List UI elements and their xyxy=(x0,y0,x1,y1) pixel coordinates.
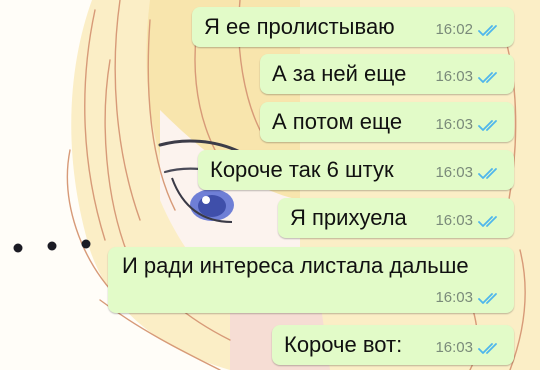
double-check-read-icon xyxy=(478,167,497,179)
message-text: А потом еще xyxy=(272,109,403,134)
message-time: 16:03 xyxy=(435,212,473,229)
message-meta: 16:03 xyxy=(435,339,502,357)
message-bubble[interactable]: Я ее пролистываю 16:02 xyxy=(192,7,514,47)
message-text: И ради интереса листала дальше xyxy=(122,253,469,278)
message-time: 16:03 xyxy=(435,339,473,356)
message-meta: 16:03 xyxy=(435,68,502,86)
double-check-read-icon xyxy=(478,292,497,304)
double-check-read-icon xyxy=(478,71,497,83)
message-text: Я ее пролистываю xyxy=(204,14,395,39)
message-bubble[interactable]: И ради интереса листала дальше 16:03 xyxy=(108,247,514,313)
message-meta: 16:03 xyxy=(435,116,502,134)
ellipsis-annotation xyxy=(8,236,98,256)
message-meta: 16:02 xyxy=(435,21,502,39)
message-bubble[interactable]: Я прихуела 16:03 xyxy=(278,198,514,238)
message-time: 16:03 xyxy=(435,116,473,133)
double-check-read-icon xyxy=(478,342,497,354)
message-time: 16:03 xyxy=(435,289,473,306)
message-bubble[interactable]: А потом еще 16:03 xyxy=(260,102,514,142)
message-text: Короче вот: xyxy=(284,332,403,357)
double-check-read-icon xyxy=(478,24,497,36)
message-text: Я прихуела xyxy=(290,205,407,230)
message-meta: 16:03 xyxy=(435,164,502,182)
message-time: 16:03 xyxy=(435,68,473,85)
double-check-read-icon xyxy=(478,215,497,227)
message-text: А за ней еще xyxy=(272,61,407,86)
double-check-read-icon xyxy=(478,119,497,131)
message-meta: 16:03 xyxy=(435,289,502,307)
message-bubble[interactable]: А за ней еще 16:03 xyxy=(260,54,514,94)
message-text: Короче так 6 штук xyxy=(210,157,394,182)
ellipsis-dots-icon xyxy=(13,239,91,253)
message-time: 16:02 xyxy=(435,21,473,38)
message-meta: 16:03 xyxy=(435,212,502,230)
message-bubble[interactable]: Короче так 6 штук 16:03 xyxy=(198,150,514,190)
message-bubble[interactable]: Короче вот: 16:03 xyxy=(272,325,514,365)
message-time: 16:03 xyxy=(435,164,473,181)
